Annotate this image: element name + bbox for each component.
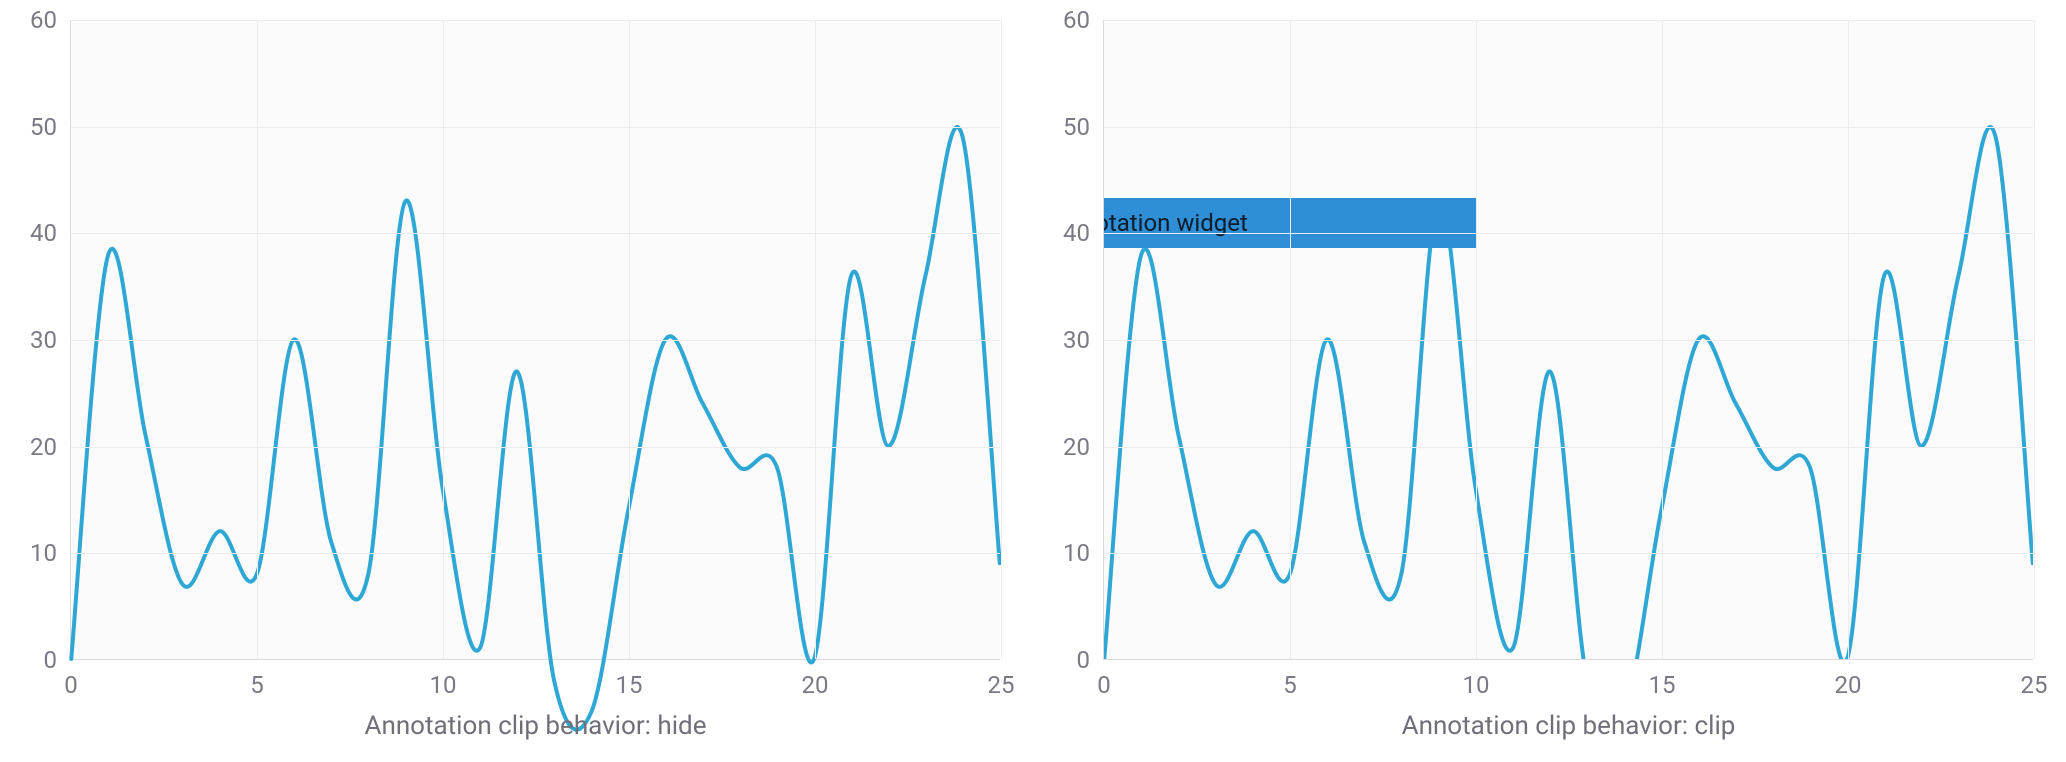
x-tick-label: 10 <box>1463 671 1490 699</box>
y-tick-label: 30 <box>1063 326 1090 354</box>
y-tick-label: 0 <box>44 646 58 674</box>
x-tick-label: 15 <box>1649 671 1676 699</box>
y-tick-label: 60 <box>1063 6 1090 34</box>
y-tick-label: 50 <box>1063 113 1090 141</box>
chart-panel-hide: esian annotation widget Annotation clip … <box>0 0 1033 762</box>
y-tick-label: 40 <box>30 219 57 247</box>
y-tick-label: 20 <box>1063 433 1090 461</box>
y-tick-label: 30 <box>30 326 57 354</box>
y-tick-label: 50 <box>30 113 57 141</box>
page-root: esian annotation widget Annotation clip … <box>0 0 2066 762</box>
gridline-h <box>1104 20 2033 21</box>
x-tick-label: 5 <box>1283 671 1297 699</box>
chart-panel-clip: esian annotation widget Annotation clip … <box>1033 0 2066 762</box>
gridline-h <box>1104 127 2033 128</box>
x-tick-label: 15 <box>616 671 643 699</box>
y-tick-label: 10 <box>30 539 57 567</box>
x-axis-title: Annotation clip behavior: clip <box>1402 711 1736 741</box>
y-tick-label: 40 <box>1063 219 1090 247</box>
gridline-h <box>1104 553 2033 554</box>
gridline-v <box>1001 20 1002 659</box>
y-tick-label: 10 <box>1063 539 1090 567</box>
y-tick-label: 0 <box>1077 646 1091 674</box>
gridline-v <box>629 20 630 659</box>
x-tick-label: 0 <box>1097 671 1111 699</box>
gridline-v <box>815 20 816 659</box>
x-tick-label: 25 <box>988 671 1015 699</box>
gridline-h <box>71 340 1000 341</box>
gridline-v <box>1848 20 1849 659</box>
x-axis-title: Annotation clip behavior: hide <box>365 711 707 741</box>
gridline-v <box>1476 20 1477 659</box>
plot-area: esian annotation widget Annotation clip … <box>1103 20 2033 660</box>
y-tick-label: 20 <box>30 433 57 461</box>
x-tick-label: 25 <box>2021 671 2048 699</box>
gridline-h <box>71 20 1000 21</box>
x-tick-label: 10 <box>430 671 457 699</box>
y-tick-label: 60 <box>30 6 57 34</box>
plot-area: esian annotation widget Annotation clip … <box>70 20 1000 660</box>
x-tick-label: 0 <box>64 671 78 699</box>
gridline-v <box>443 20 444 659</box>
x-tick-label: 20 <box>1835 671 1862 699</box>
x-tick-label: 5 <box>250 671 264 699</box>
gridline-v <box>257 20 258 659</box>
x-tick-label: 20 <box>802 671 829 699</box>
gridline-v <box>1290 20 1291 659</box>
gridline-h <box>71 553 1000 554</box>
gridline-h <box>71 127 1000 128</box>
gridline-h <box>71 447 1000 448</box>
gridline-h <box>1104 447 2033 448</box>
gridline-v <box>1662 20 1663 659</box>
gridline-v <box>2034 20 2035 659</box>
gridline-h <box>71 233 1000 234</box>
gridline-h <box>1104 340 2033 341</box>
gridline-h <box>1104 233 2033 234</box>
